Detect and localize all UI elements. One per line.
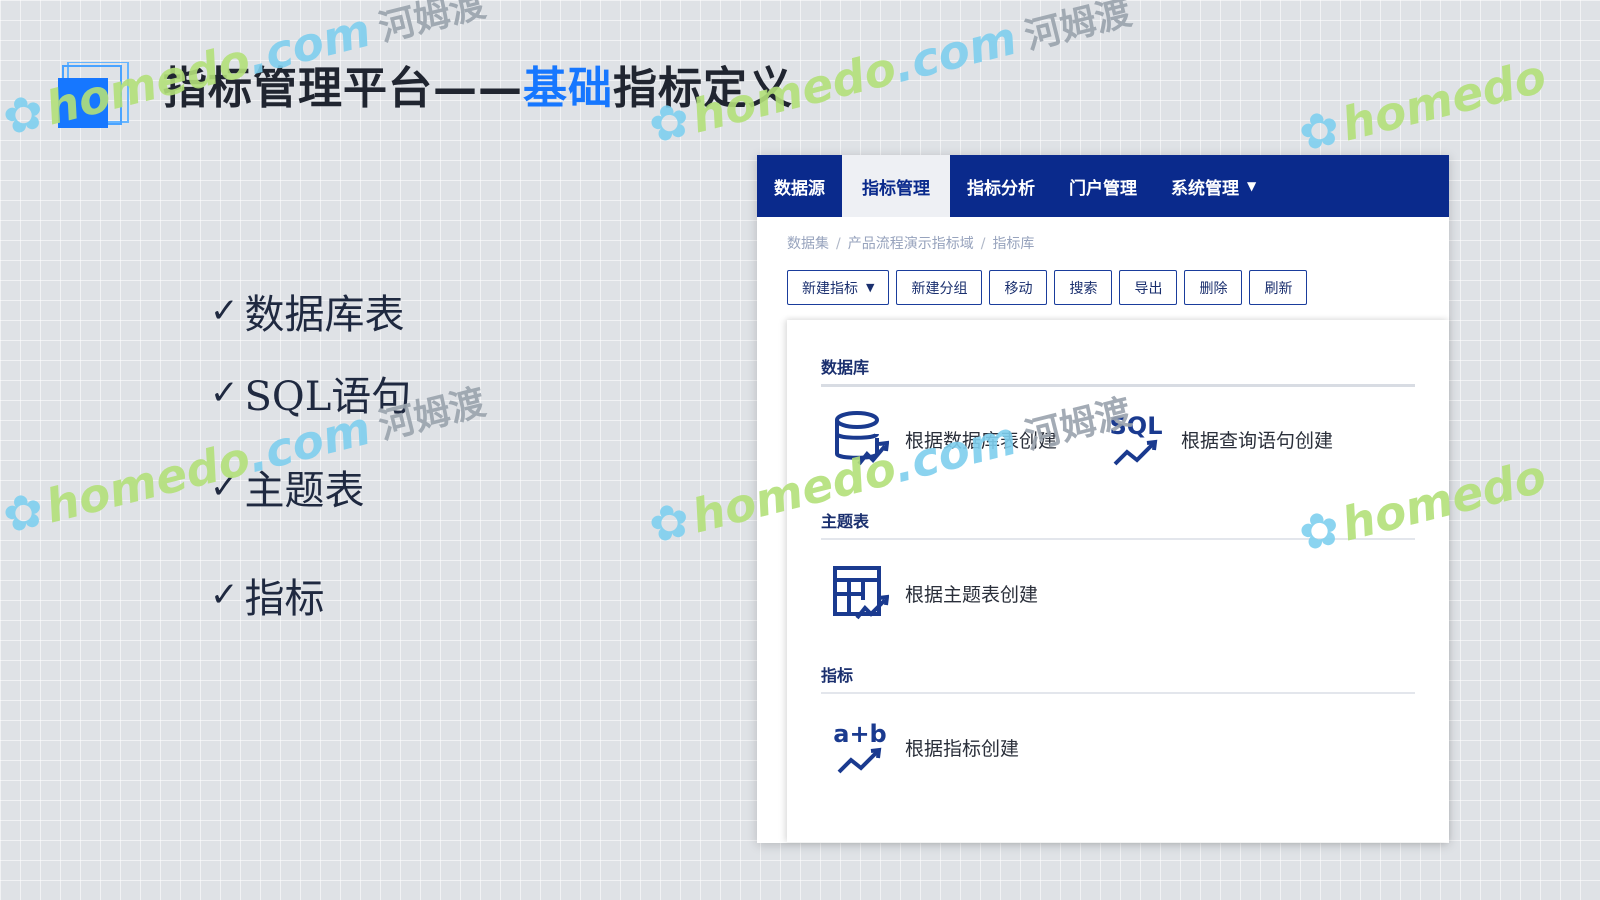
section-title-metric: 指标 (821, 666, 854, 685)
delete-button[interactable]: 删除 (1184, 270, 1243, 305)
title-part2: 指标定义 (613, 63, 793, 114)
check-icon: ✓ (210, 291, 239, 331)
breadcrumb-separator: / (836, 236, 841, 252)
checklist-item: ✓ 数据库表 (210, 291, 405, 338)
checklist-item: ✓ SQL语句 (210, 373, 412, 420)
check-icon: ✓ (210, 373, 239, 413)
watermark-cn: 河姆渡 (374, 0, 490, 50)
new-metric-button[interactable]: 新建指标 ▼ (787, 270, 890, 305)
create-from-metric-option[interactable]: a+b 根据指标创建 (831, 718, 1019, 776)
export-button[interactable]: 导出 (1119, 270, 1178, 305)
watermark-cn: 河姆渡 (1020, 0, 1136, 58)
breadcrumb-separator: / (980, 236, 986, 252)
divider (821, 538, 1415, 540)
caret-down-icon: ▼ (1247, 179, 1257, 193)
title-accent: 基础 (523, 63, 613, 114)
divider (821, 384, 1415, 387)
breadcrumb-item[interactable]: 数据集 (787, 236, 829, 252)
check-icon: ✓ (210, 575, 239, 615)
checklist-item: ✓ 指标 (210, 575, 325, 622)
top-nav: 数据源 指标管理 指标分析 门户管理 系统管理 ▼ (757, 155, 1449, 217)
breadcrumb: 数据集 / 产品流程演示指标域 / 指标库 (787, 233, 1034, 253)
refresh-button[interactable]: 刷新 (1249, 270, 1308, 305)
flower-icon: ✿ (0, 83, 50, 148)
move-button[interactable]: 移动 (989, 270, 1048, 305)
watermark: ✿ homedo (1293, 48, 1551, 163)
create-metric-panel: 数据库 根据数据库表创建 SQL 根据查询语句创建 主题表 根据主题表创建 指标… (787, 320, 1449, 842)
formula-chart-icon: a+b (833, 720, 887, 774)
section-title-database: 数据库 (821, 358, 870, 377)
flower-icon: ✿ (643, 491, 696, 556)
toolbar: 新建指标 ▼ 新建分组 移动 搜索 导出 删除 刷新 (787, 270, 1314, 305)
logo (58, 61, 132, 128)
database-chart-icon (835, 411, 889, 466)
create-from-topic-option[interactable]: 根据主题表创建 (831, 564, 1038, 622)
logo-squares-icon (58, 61, 129, 128)
caret-down-icon: ▼ (866, 281, 875, 294)
nav-item-metric-analysis[interactable]: 指标分析 (950, 155, 1052, 217)
create-from-table-option[interactable]: 根据数据库表创建 (831, 410, 1057, 468)
svg-text:a+b: a+b (833, 720, 886, 748)
nav-item-portal-management[interactable]: 门户管理 (1052, 155, 1154, 217)
sql-chart-icon: SQL (1110, 412, 1163, 466)
topic-table-chart-icon (833, 566, 889, 620)
breadcrumb-item[interactable]: 产品流程演示指标域 (848, 236, 974, 252)
flower-icon: ✿ (1293, 99, 1346, 164)
page-title: 指标管理平台——基础指标定义 (163, 52, 793, 116)
nav-item-datasource[interactable]: 数据源 (757, 155, 842, 217)
check-icon: ✓ (210, 467, 239, 507)
checklist-item: ✓ 主题表 (210, 467, 365, 514)
divider (821, 692, 1415, 694)
app-window: 数据源 指标管理 指标分析 门户管理 系统管理 ▼ 数据集 / 产品流程演示指标域 / 指… (757, 155, 1449, 843)
search-button[interactable]: 搜索 (1054, 270, 1113, 305)
flower-icon: ✿ (0, 481, 50, 546)
nav-item-system-management[interactable]: 系统管理 ▼ (1154, 155, 1273, 217)
title-part1: 指标管理平台—— (163, 63, 523, 114)
create-from-sql-option[interactable]: SQL 根据查询语句创建 (1107, 410, 1333, 468)
svg-text:SQL: SQL (1110, 412, 1163, 440)
section-title-topic: 主题表 (821, 512, 870, 531)
nav-item-metric-management[interactable]: 指标管理 (842, 155, 950, 217)
new-group-button[interactable]: 新建分组 (896, 270, 983, 305)
watermark-brand: homedo (1336, 48, 1552, 152)
breadcrumb-item[interactable]: 指标库 (992, 236, 1034, 252)
